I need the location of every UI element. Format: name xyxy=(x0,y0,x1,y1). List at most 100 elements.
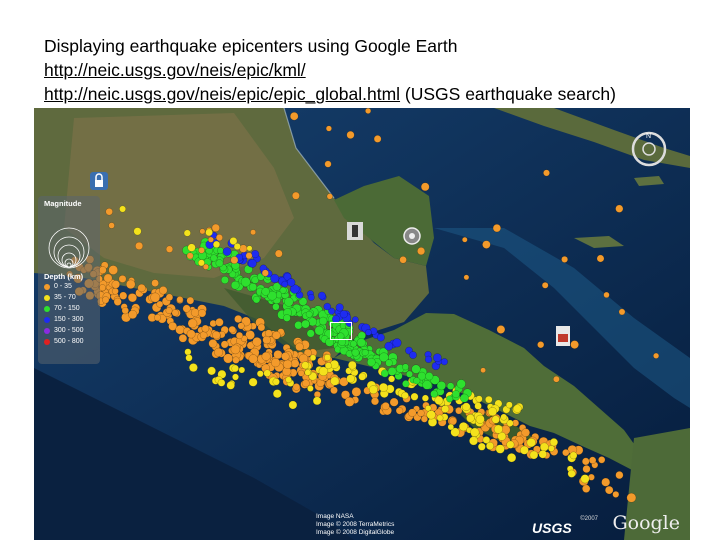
epicenter-dot xyxy=(223,353,234,364)
epicenter-dot xyxy=(111,280,121,289)
epicenter-dot xyxy=(121,306,129,315)
epicenter-dot xyxy=(519,445,529,455)
epicenter-dot xyxy=(261,269,269,277)
epicenter-dot xyxy=(235,331,244,340)
epicenter-dot xyxy=(562,448,570,457)
epicenter-dot xyxy=(305,310,313,318)
epicenter-dot xyxy=(250,229,257,236)
epicenter-dot xyxy=(182,304,191,313)
epicenter-dot xyxy=(324,362,332,370)
epicenter-dot xyxy=(408,408,417,417)
epicenter-dot xyxy=(485,395,493,404)
depth-swatch xyxy=(44,283,50,290)
depth-legend-row: 35 - 70 xyxy=(38,292,100,303)
epicenter-dot xyxy=(570,340,579,349)
epicenter-dot xyxy=(596,254,605,263)
epicenter-dot xyxy=(580,474,590,484)
epicenter-dot xyxy=(402,363,409,371)
epicenter-dot xyxy=(492,223,502,233)
epicenter-dot xyxy=(199,228,206,235)
lock-icon[interactable] xyxy=(90,172,108,190)
epicenter-dot xyxy=(582,464,591,474)
epicenter-dot xyxy=(232,373,239,381)
epicenter-dot xyxy=(283,314,291,322)
epicenter-dot xyxy=(186,296,195,305)
epicenter-dot xyxy=(304,369,311,376)
epicenter-dot xyxy=(482,240,491,249)
epicenter-dot xyxy=(232,356,240,364)
city-marker-icon xyxy=(556,326,570,346)
epic-global-link[interactable]: http://neic.usgs.gov/neis/epic/epic_glob… xyxy=(44,84,400,104)
epicenter-dot xyxy=(384,341,394,351)
epicenter-dot xyxy=(231,364,239,373)
epicenter-dot xyxy=(411,364,421,374)
epicenter-dot xyxy=(433,353,442,363)
epicenter-dot xyxy=(567,469,576,478)
epicenter-dot xyxy=(257,323,266,332)
epicenter-dot xyxy=(156,300,164,308)
epicenter-dot xyxy=(399,256,407,264)
epicenter-dot xyxy=(496,325,506,334)
depth-swatch xyxy=(44,294,50,301)
epicenter-dot xyxy=(98,266,107,275)
epicenter-dot xyxy=(426,410,436,420)
epicenter-dot xyxy=(264,329,273,338)
epicenter-dot xyxy=(506,419,514,427)
imagery-credits: Image NASA Image © 2008 TerraMetrics Ima… xyxy=(316,513,394,537)
depth-legend-row: 300 - 500 xyxy=(38,325,100,336)
epicenter-dot xyxy=(601,477,611,487)
epicenter-dot xyxy=(135,241,144,250)
placemark-icon[interactable] xyxy=(347,222,363,240)
epicenter-dot xyxy=(598,456,606,464)
epicenter-dot xyxy=(309,354,317,361)
epicenter-dot xyxy=(529,450,539,460)
epicenter-dot xyxy=(378,382,389,392)
epicenter-dot xyxy=(539,442,549,452)
epicenter-dot xyxy=(240,276,251,287)
epicenter-dot xyxy=(604,485,614,495)
epicenter-dot xyxy=(368,385,378,395)
epicenter-dot xyxy=(475,414,485,424)
google-earth-map[interactable]: Magnitude Depth (km) 0 - 35 35 - 70 70 - 1… xyxy=(34,108,690,540)
caption-title: Displaying earthquake epicenters using G… xyxy=(44,36,458,56)
magnitude-title: Magnitude xyxy=(44,199,82,208)
kml-link[interactable]: http://neic.usgs.gov/neis/epic/kml/ xyxy=(44,60,306,80)
epicenter-dot xyxy=(228,325,236,334)
epicenter-dot xyxy=(230,344,241,355)
depth-label: 35 - 70 xyxy=(54,294,76,301)
epicenter-dot xyxy=(339,310,348,319)
epicenter-dot xyxy=(248,259,257,268)
epicenter-dot xyxy=(477,442,486,451)
epicenter-dot xyxy=(500,413,508,421)
target-icon[interactable] xyxy=(402,226,422,246)
epicenter-dot xyxy=(248,354,258,364)
epicenter-dot xyxy=(389,397,399,407)
epicenter-dot xyxy=(436,380,447,391)
epicenter-dot xyxy=(436,414,444,422)
epicenter-dot xyxy=(330,376,340,386)
epicenter-dot xyxy=(186,252,194,260)
epicenter-dot xyxy=(475,395,483,403)
epicenter-dot xyxy=(466,414,475,423)
epicenter-dot xyxy=(474,402,482,410)
epicenter-dot xyxy=(351,316,359,323)
epicenter-dot xyxy=(103,273,113,283)
depth-swatch xyxy=(44,327,50,334)
magnitude-circles-icon xyxy=(48,227,90,269)
epicenter-dot xyxy=(105,207,113,216)
epicenter-dot xyxy=(513,404,522,413)
epicenter-dot xyxy=(413,377,421,385)
epicenter-dot xyxy=(165,293,174,302)
epicenter-dot xyxy=(493,424,503,434)
depth-legend-row: 150 - 300 xyxy=(38,314,100,325)
epicenter-dot xyxy=(361,349,369,357)
epicenter-dot xyxy=(451,390,460,399)
epicenter-dot xyxy=(370,397,380,406)
epicenter-dot xyxy=(118,274,127,283)
epicenter-dot xyxy=(150,292,161,303)
epicenter-dot xyxy=(198,246,205,254)
epicenter-dot xyxy=(133,227,142,236)
epicenter-dot xyxy=(226,381,235,390)
epicenter-dot xyxy=(491,415,500,424)
navigation-compass-icon[interactable]: N xyxy=(630,130,668,168)
